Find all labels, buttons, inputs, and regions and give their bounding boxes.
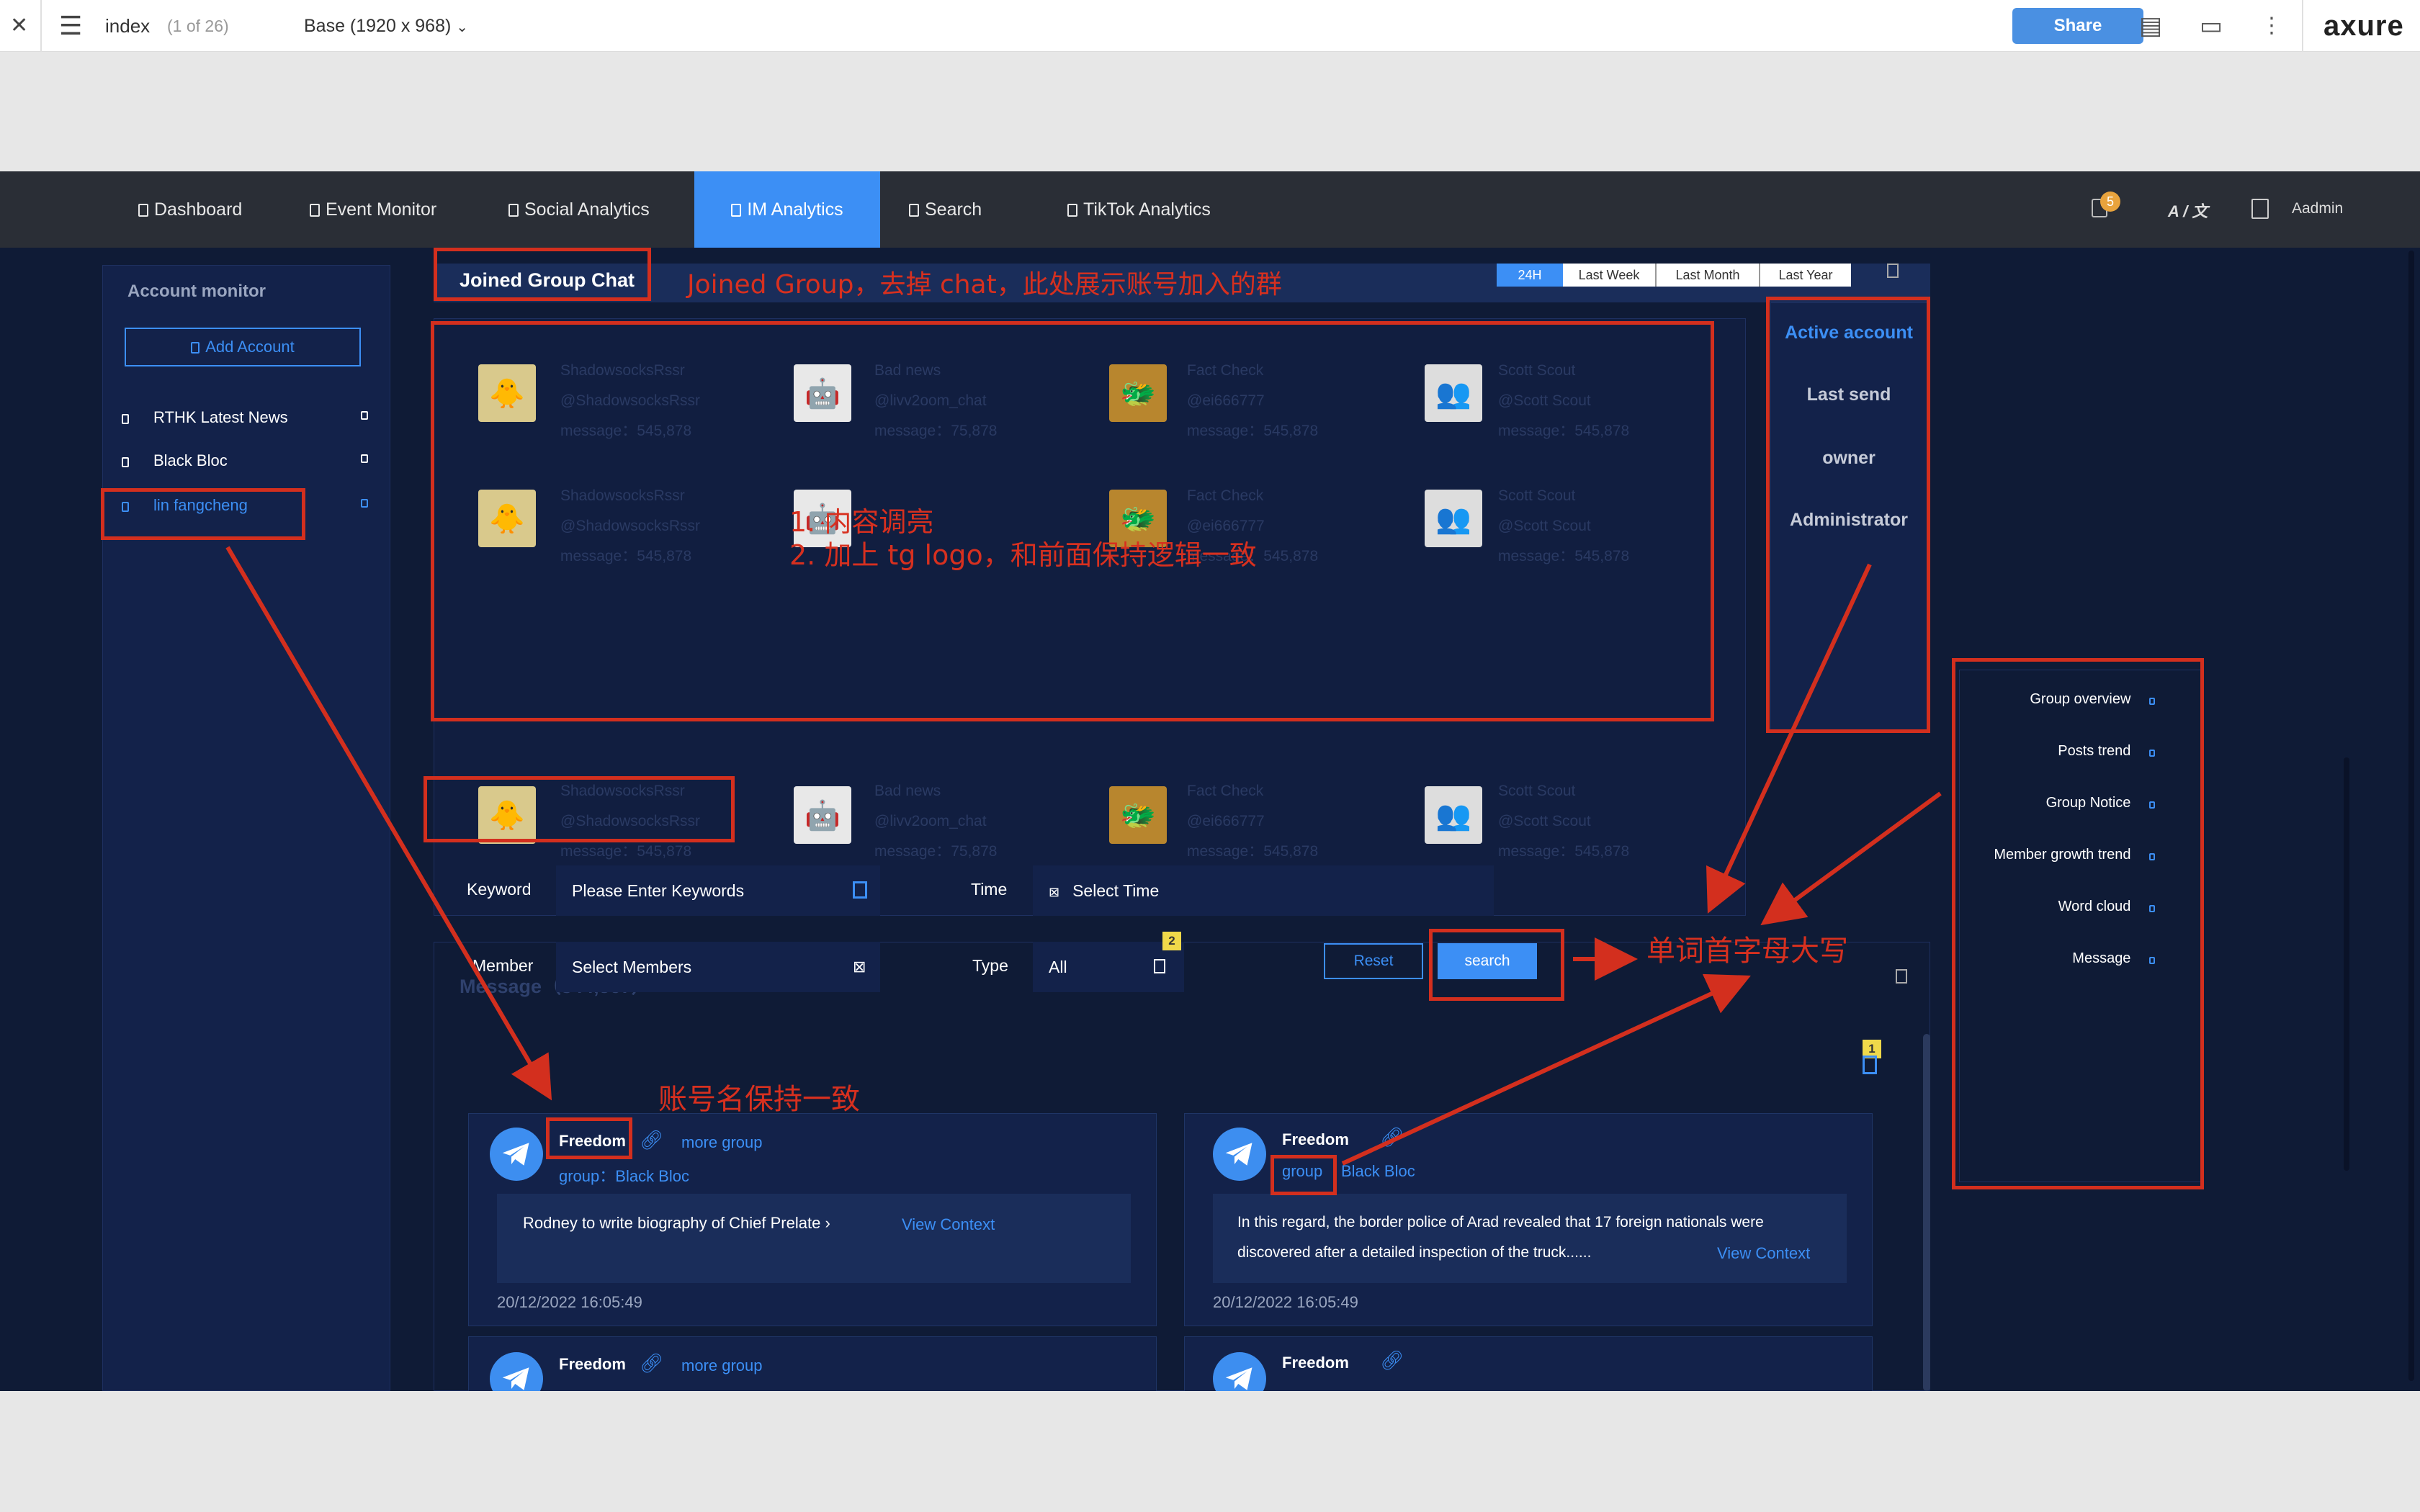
annotation-arrows xyxy=(225,546,1942,1166)
menu-icon[interactable]: ☰ xyxy=(59,0,82,52)
more-icon[interactable]: ⋮ xyxy=(2256,10,2287,42)
chevron-down-icon: ⌄ xyxy=(456,19,469,35)
axure-toolbar: ✕ ☰ index (1 of 26) Base (1920 x 968) ⌄ … xyxy=(0,0,2420,52)
axure-logo: axure xyxy=(2323,10,2404,42)
notes-icon[interactable]: ▤ xyxy=(2135,10,2166,42)
view-label: Base (1920 x 968) xyxy=(304,16,452,36)
divider xyxy=(40,0,42,52)
page-name: index xyxy=(105,15,151,37)
close-icon[interactable]: ✕ xyxy=(10,0,28,52)
view-selector[interactable]: Base (1920 x 968) ⌄ xyxy=(304,0,468,52)
page-count: (1 of 26) xyxy=(167,17,229,35)
app-canvas: Dashboard Event Monitor Social Analytics… xyxy=(0,171,2420,1391)
share-button[interactable]: Share xyxy=(2012,8,2143,44)
divider xyxy=(2302,0,2303,52)
comments-icon[interactable]: ▭ xyxy=(2195,10,2227,42)
